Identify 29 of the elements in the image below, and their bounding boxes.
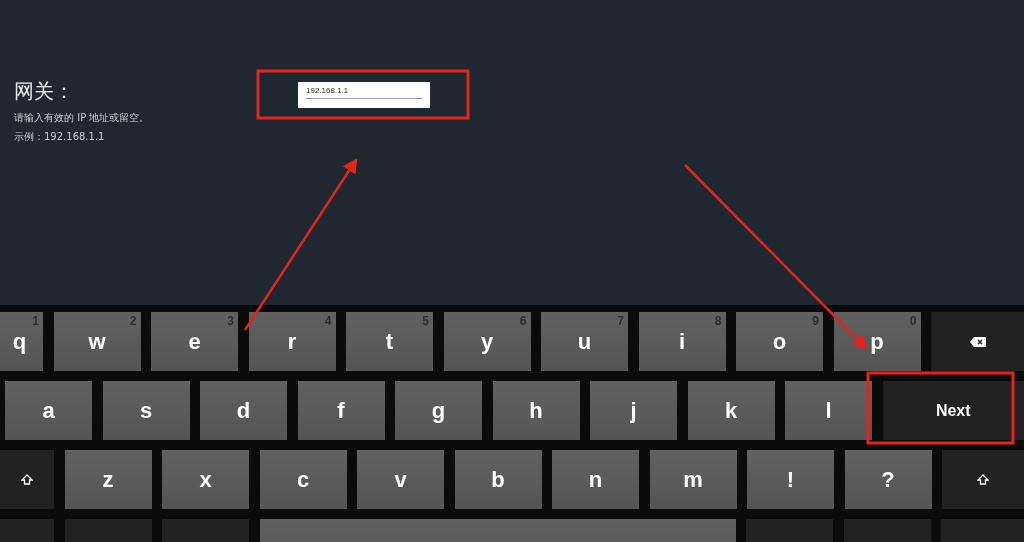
key[interactable]: b [454, 450, 542, 509]
key[interactable]: k [687, 381, 775, 440]
key[interactable]: j [590, 381, 677, 440]
setting-example: 示例：192.168.1.1 [14, 130, 106, 144]
backspace-icon [969, 336, 986, 347]
key[interactable]: l [785, 381, 872, 440]
key[interactable]: ? [844, 450, 932, 509]
key[interactable]: s [102, 381, 190, 440]
key[interactable]: x [162, 450, 249, 509]
key[interactable]: ! [747, 450, 834, 509]
key[interactable]: v [357, 450, 444, 509]
key[interactable]: c [259, 450, 347, 509]
key[interactable]: n [552, 450, 639, 509]
key[interactable]: a [5, 381, 92, 440]
setting-hint: 请输入有效的 IP 地址或留空。 [14, 111, 151, 125]
ip-input-field[interactable]: 192.168.1.1 [298, 82, 430, 108]
shift-key[interactable] [0, 450, 54, 509]
next-key[interactable]: Next [882, 381, 1024, 440]
key[interactable]: z [64, 450, 152, 509]
setting-title: 网关： [14, 78, 75, 105]
shift-icon [21, 474, 33, 485]
backspace-key[interactable] [931, 312, 1024, 371]
shift-icon [977, 474, 989, 485]
key[interactable]: m [649, 450, 737, 509]
shift-key[interactable] [942, 450, 1024, 509]
key[interactable]: g [395, 381, 482, 440]
key[interactable]: f [297, 381, 385, 440]
key[interactable]: d [200, 381, 287, 440]
key[interactable]: h [492, 381, 580, 440]
